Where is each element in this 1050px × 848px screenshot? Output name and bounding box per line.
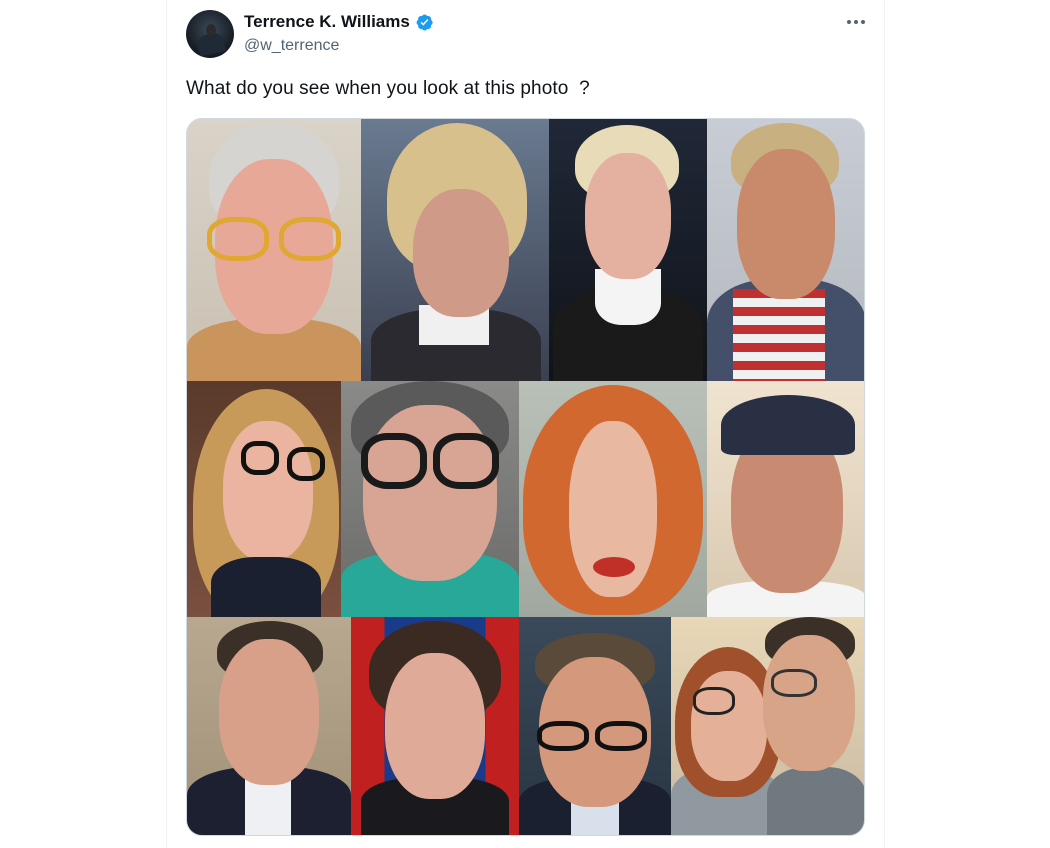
more-options-icon[interactable] <box>843 10 869 34</box>
author-name-row[interactable]: Terrence K. Williams <box>244 12 434 32</box>
photo-cell <box>707 119 864 381</box>
verified-badge-icon <box>416 13 433 31</box>
author-name[interactable]: Terrence K. Williams <box>244 12 410 32</box>
photo-cell <box>549 119 707 381</box>
photo-cell <box>519 617 671 835</box>
photo-cell <box>341 381 519 617</box>
photo-cell <box>187 617 351 835</box>
author-avatar[interactable] <box>186 10 234 58</box>
photo-cell <box>187 119 361 381</box>
tweet[interactable]: Terrence K. Williams @w_terrence What do… <box>167 0 884 848</box>
photo-cell <box>361 119 549 381</box>
photo-cell <box>671 617 864 835</box>
photo-cell <box>519 381 707 617</box>
photo-cell <box>707 381 864 617</box>
tweet-text: What do you see when you look at this ph… <box>186 78 590 99</box>
photo-cell <box>187 381 341 617</box>
tweet-photo[interactable] <box>186 118 865 836</box>
author-handle[interactable]: @w_terrence <box>244 37 339 55</box>
timeline-border-right <box>884 0 885 848</box>
photo-cell <box>351 617 519 835</box>
